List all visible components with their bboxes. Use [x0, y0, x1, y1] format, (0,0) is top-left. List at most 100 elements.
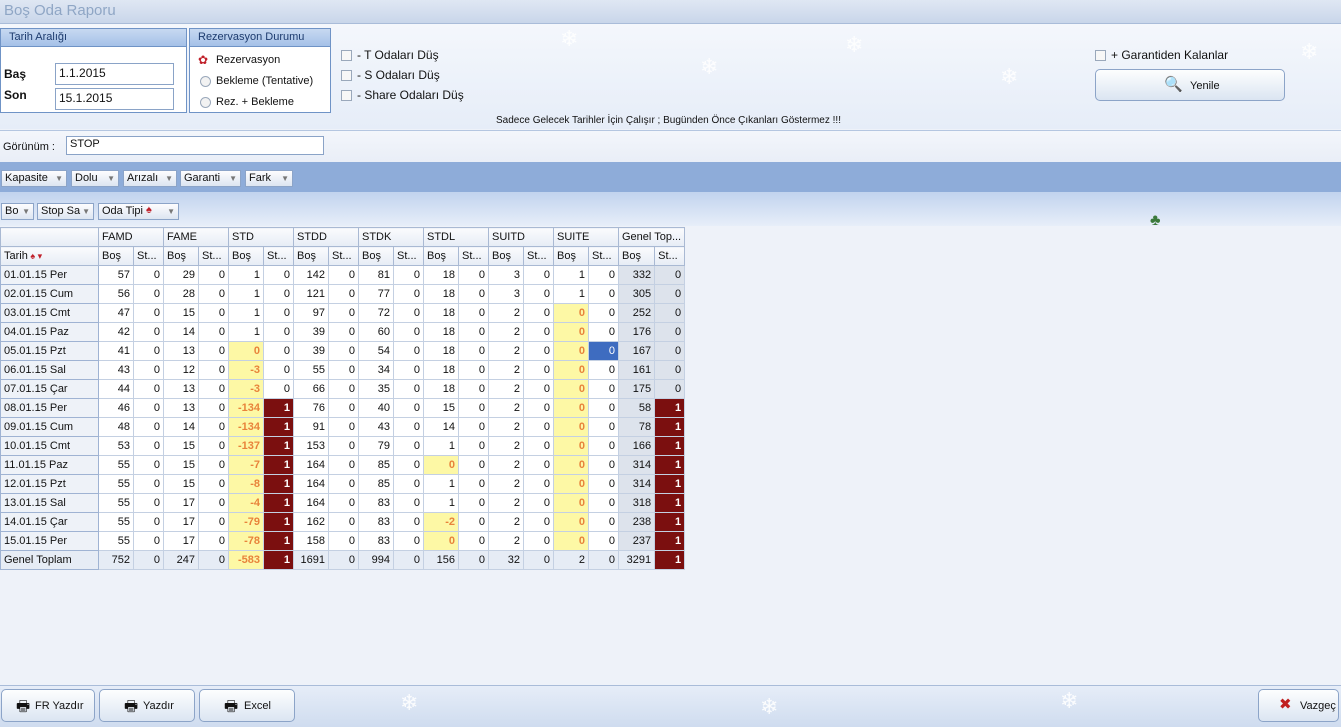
share-rooms-label[interactable]: - Share Odaları Düş — [357, 88, 464, 102]
data-cell[interactable]: 0 — [133, 474, 164, 494]
data-cell[interactable]: 34 — [358, 360, 394, 380]
data-cell[interactable]: 0 — [393, 512, 424, 532]
excel-button[interactable]: 🖶 Excel — [199, 689, 295, 722]
data-cell[interactable]: 166 — [617, 436, 656, 456]
data-cell[interactable]: 121 — [293, 284, 329, 304]
data-cell[interactable]: 0 — [328, 474, 359, 494]
data-cell[interactable]: 2 — [488, 398, 524, 418]
data-cell[interactable]: 53 — [98, 436, 134, 456]
data-cell[interactable]: 0 — [523, 265, 554, 285]
data-cell[interactable]: 0 — [553, 303, 589, 323]
data-cell[interactable]: 0 — [523, 379, 554, 399]
data-cell[interactable]: 43 — [98, 360, 134, 380]
data-cell[interactable]: 0 — [133, 379, 164, 399]
row-date[interactable]: 01.01.15 Per — [0, 265, 99, 285]
data-cell[interactable]: 1 — [654, 474, 686, 494]
column-group-header[interactable]: FAMD — [98, 227, 164, 247]
data-cell[interactable]: 15 — [163, 455, 199, 475]
data-cell[interactable]: 15 — [163, 436, 199, 456]
data-cell[interactable]: 54 — [358, 341, 394, 361]
column-group-header[interactable]: Genel Top... — [617, 227, 686, 247]
data-cell[interactable]: 0 — [523, 360, 554, 380]
data-cell[interactable]: 0 — [198, 322, 229, 342]
data-cell[interactable]: 42 — [98, 322, 134, 342]
data-cell[interactable]: 0 — [133, 322, 164, 342]
data-cell[interactable]: -4 — [228, 493, 264, 513]
row-date[interactable]: 02.01.15 Cum — [0, 284, 99, 304]
data-cell[interactable]: 55 — [98, 512, 134, 532]
data-cell[interactable]: 0 — [588, 360, 619, 380]
data-cell[interactable]: 2 — [488, 436, 524, 456]
s-rooms-checkbox[interactable] — [341, 70, 352, 81]
data-cell[interactable]: 0 — [328, 265, 359, 285]
data-cell[interactable]: -134 — [228, 398, 264, 418]
data-cell[interactable]: 0 — [588, 265, 619, 285]
data-cell[interactable]: 0 — [523, 474, 554, 494]
data-cell[interactable]: 0 — [588, 474, 619, 494]
data-cell[interactable]: 1 — [423, 436, 459, 456]
data-cell[interactable]: 0 — [553, 436, 589, 456]
data-cell[interactable]: 0 — [523, 398, 554, 418]
data-cell[interactable]: 1 — [263, 493, 294, 513]
data-cell[interactable]: 0 — [588, 284, 619, 304]
data-cell[interactable]: 1 — [228, 284, 264, 304]
data-cell[interactable]: 15 — [163, 303, 199, 323]
data-cell[interactable]: 81 — [358, 265, 394, 285]
data-cell[interactable]: 13 — [163, 398, 199, 418]
radio-res-tentative[interactable] — [200, 97, 211, 108]
data-cell[interactable]: 0 — [198, 474, 229, 494]
data-cell[interactable]: 164 — [293, 493, 329, 513]
data-cell[interactable]: 332 — [617, 265, 656, 285]
data-cell[interactable]: -79 — [228, 512, 264, 532]
data-cell[interactable]: 0 — [523, 322, 554, 342]
data-cell[interactable]: 318 — [617, 493, 656, 513]
data-cell[interactable]: 0 — [423, 531, 459, 551]
data-cell[interactable]: 2 — [488, 341, 524, 361]
data-cell[interactable]: 237 — [617, 531, 656, 551]
data-cell[interactable]: 0 — [393, 379, 424, 399]
data-cell[interactable]: 1 — [553, 265, 589, 285]
data-cell[interactable]: 2 — [488, 322, 524, 342]
column-group-header[interactable]: STD — [228, 227, 294, 247]
data-cell[interactable]: 3 — [488, 284, 524, 304]
data-cell[interactable]: 0 — [458, 379, 489, 399]
data-cell[interactable]: -2 — [423, 512, 459, 532]
data-cell[interactable]: 1 — [263, 436, 294, 456]
view-input[interactable]: STOP — [66, 136, 324, 155]
field-room-type[interactable]: Oda Tipi ♠ ▼ — [98, 203, 179, 220]
data-cell[interactable]: 41 — [98, 341, 134, 361]
data-cell[interactable]: 0 — [198, 493, 229, 513]
data-cell[interactable]: 0 — [553, 474, 589, 494]
data-cell[interactable]: 0 — [328, 531, 359, 551]
data-cell[interactable]: 1 — [263, 474, 294, 494]
data-cell[interactable]: 0 — [588, 512, 619, 532]
share-rooms-checkbox[interactable] — [341, 90, 352, 101]
data-cell[interactable]: 0 — [198, 455, 229, 475]
t-rooms-checkbox[interactable] — [341, 50, 352, 61]
filter-fark[interactable]: Fark ▼ — [245, 170, 293, 187]
data-cell[interactable]: 0 — [654, 303, 686, 323]
data-cell[interactable]: 0 — [588, 303, 619, 323]
data-cell[interactable]: 0 — [328, 322, 359, 342]
data-cell[interactable]: 46 — [98, 398, 134, 418]
data-cell[interactable]: 0 — [393, 436, 424, 456]
data-cell[interactable]: 153 — [293, 436, 329, 456]
data-cell[interactable]: 0 — [654, 360, 686, 380]
data-cell[interactable]: 2 — [488, 360, 524, 380]
data-cell[interactable]: 48 — [98, 417, 134, 437]
data-cell[interactable]: 0 — [523, 493, 554, 513]
data-cell[interactable]: 0 — [393, 474, 424, 494]
data-cell[interactable]: 0 — [654, 265, 686, 285]
data-cell[interactable]: 314 — [617, 455, 656, 475]
data-cell[interactable]: 1 — [654, 436, 686, 456]
data-cell[interactable]: 0 — [133, 284, 164, 304]
data-cell[interactable]: 14 — [423, 417, 459, 437]
data-cell[interactable]: -78 — [228, 531, 264, 551]
data-cell[interactable]: 2 — [488, 531, 524, 551]
data-cell[interactable]: 0 — [553, 379, 589, 399]
data-cell[interactable]: 2 — [488, 417, 524, 437]
data-cell[interactable]: 0 — [198, 303, 229, 323]
data-cell[interactable]: 1 — [263, 398, 294, 418]
data-cell[interactable]: 0 — [458, 417, 489, 437]
data-cell[interactable]: 0 — [588, 322, 619, 342]
